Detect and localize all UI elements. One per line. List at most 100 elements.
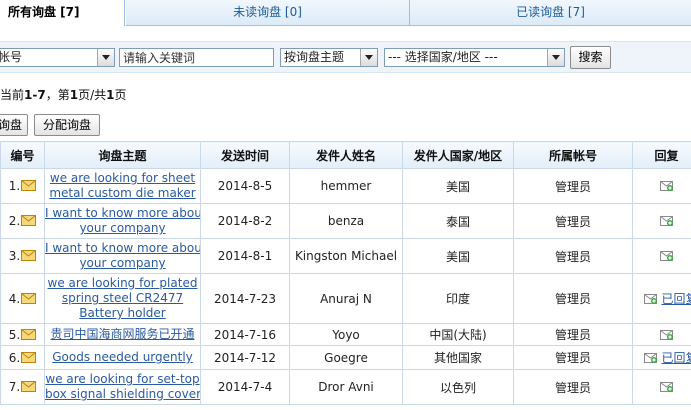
table-row[interactable]: 1. we are looking for sheet metal custom d… [0,168,691,204]
send-time-cell: 2014-8-5 [200,168,290,204]
row-number-cell: 3. [0,238,45,274]
header-sender-name: 发件人姓名 [289,141,403,169]
reply-mail-icon[interactable] [659,179,674,192]
table-row[interactable]: 5. 贵司中国海商网服务已开通 2014-7-16 Yoyo 中国(大陆) 管理员 [0,323,691,346]
reply-cell [632,369,691,405]
account-cell: 管理员 [513,369,633,405]
row-number: 3. [8,249,21,263]
inquiry-tabs: 所有询盘 [7] 未读询盘 [0] 已读询盘 [7] [0,0,691,26]
country-select-value: --- 选择国家/地区 --- [388,50,498,64]
pageinfo-page: 1 [69,88,79,102]
reply-cell [632,323,691,346]
account-cell: 管理员 [513,238,633,274]
filter-bar: 帐号 按询盘主题 --- 选择国家/地区 --- 搜索 [0,41,691,73]
country-select[interactable]: --- 选择国家/地区 --- [384,48,565,67]
subject-line: we are looking for plated [47,276,198,290]
account-select-value: 帐号 [0,50,23,64]
row-number-cell: 1. [0,168,45,204]
assign-inquiry-button[interactable]: 分配询盘 [34,114,100,136]
table-row[interactable]: 2. I want to know more about your company 2… [0,203,691,239]
table-row[interactable]: 3. I want to know more about your company 2… [0,238,691,274]
sender-country-cell: 其他国家 [402,345,514,370]
chevron-down-icon[interactable] [547,49,564,66]
pageinfo-suffix: 页 [114,88,127,102]
tab-read-inquiries[interactable]: 已读询盘 [7] [409,0,691,26]
account-cell: 管理员 [513,323,633,346]
row-number: 1. [8,179,21,193]
table-row[interactable]: 6. Goods needed urgently 2014-7-12 Goegre 其他… [0,345,691,370]
sender-name-cell: benza [289,203,403,239]
replied-link[interactable]: 已回复 [661,292,691,306]
tab-all-inquiries[interactable]: 所有询盘 [7] [0,0,125,26]
sender-country-cell: 泰国 [402,203,514,239]
subject-cell: I want to know more about your company [44,238,201,274]
reply-mail-icon[interactable] [659,328,674,341]
subject-link[interactable]: we are looking for set-top box signal shi… [45,372,201,401]
inquiry-action-button[interactable]: 询盘 [0,114,28,136]
account-select[interactable]: 帐号 [0,48,115,67]
header-account: 所属帐号 [513,141,633,169]
pagination-info: 当前1-7，第1页/共1页 [0,86,127,103]
subject-cell: we are looking for sheet metal custom die… [44,168,201,204]
account-cell: 管理员 [513,168,633,204]
send-time-cell: 2014-7-4 [200,369,290,405]
subject-link[interactable]: I want to know more about your company [46,241,200,270]
sender-country-cell: 美国 [402,238,514,274]
subject-link[interactable]: I want to know more about your company [45,206,201,235]
subject-cell: we are looking for set-top box signal shi… [44,369,201,405]
sender-country-cell: 印度 [402,273,514,324]
subject-link[interactable]: 贵司中国海商网服务已开通 [50,327,194,341]
subject-line: box signal shielding cover [45,387,201,401]
sender-name-cell: Anuraj N [289,273,403,324]
envelope-icon [21,292,37,304]
reply-cell [632,203,691,239]
subject-link[interactable]: we are looking for sheet metal custom die… [49,171,195,200]
subject-link[interactable]: we are looking for plated spring steel CR… [48,276,198,320]
account-cell: 管理员 [513,203,633,239]
chevron-down-icon[interactable] [360,49,377,66]
subject-line: 贵司中国海商网服务已开通 [50,327,195,341]
envelope-icon [21,328,37,340]
inquiry-table: 编号 询盘主题 发送时间 发件人姓名 发件人国家/地区 所属帐号 回复 1. we… [0,141,691,405]
header-send-time: 发送时间 [200,141,290,169]
row-number-cell: 2. [0,203,45,239]
sender-name-cell: Kingston Michael [289,238,403,274]
subject-line: your company [79,221,166,235]
row-number-cell: 6. [0,345,45,370]
search-button[interactable]: 搜索 [570,46,611,69]
sender-name-cell: Goegre [289,345,403,370]
subject-line: Goods needed urgently [52,350,193,364]
subject-line: we are looking for sheet [49,171,196,185]
envelope-icon [21,180,37,191]
reply-cell [632,238,691,274]
table-row[interactable]: 7. we are looking for set-top box signal s… [0,369,691,405]
pageinfo-mid2: 页/共 [78,88,107,102]
reply-mail-icon[interactable] [659,249,674,262]
keyword-input[interactable] [119,48,274,67]
envelope-icon [21,381,37,392]
row-number-cell: 7. [0,369,45,405]
subject-cell: I want to know more about your company [44,203,201,239]
subject-cell: Goods needed urgently [44,345,201,370]
chevron-down-icon[interactable] [97,49,114,66]
replied-link[interactable]: 已回复 [661,351,691,365]
reply-mail-icon[interactable] [659,380,674,393]
sender-name-cell: hemmer [289,168,403,204]
tab-unread-inquiries[interactable]: 未读询盘 [0] [126,0,409,26]
reply-mail-icon[interactable] [659,214,674,227]
subject-select[interactable]: 按询盘主题 [280,48,378,67]
header-sender-country: 发件人国家/地区 [402,141,514,169]
subject-cell: 贵司中国海商网服务已开通 [44,323,201,346]
reply-mail-icon[interactable] [643,292,658,305]
send-time-cell: 2014-7-16 [200,323,290,346]
subject-line: spring steel CR2477 [61,291,184,305]
sender-country-cell: 中国(大陆) [402,323,514,346]
reply-mail-icon[interactable] [643,351,658,364]
sender-name-cell: Yoyo [289,323,403,346]
table-row[interactable]: 4. we are looking for plated spring steel … [0,273,691,324]
row-number: 7. [8,380,21,394]
subject-line: metal custom die maker [49,186,196,200]
subject-link[interactable]: Goods needed urgently [52,350,193,364]
subject-line: I want to know more about [45,206,201,220]
subject-line: your company [79,256,166,270]
